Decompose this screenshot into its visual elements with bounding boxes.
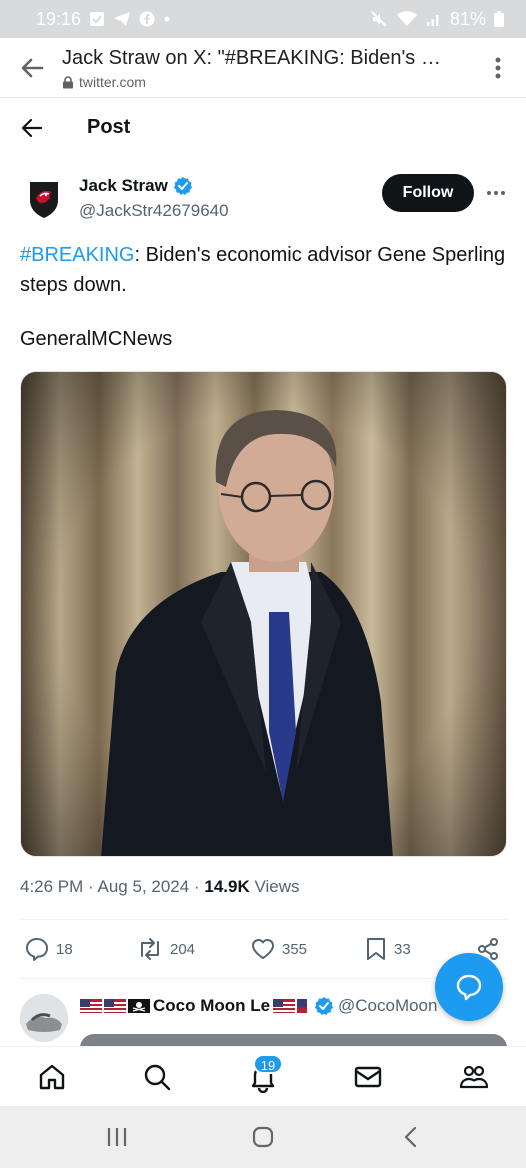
chat-bubble-icon [456,974,482,1001]
page-title: Post [87,116,131,138]
browser-url-text: twitter.com [79,74,146,90]
author-avatar[interactable] [22,176,66,220]
reply-author-handle[interactable]: @CocoMoon [338,996,448,1016]
check-square-icon [89,11,105,27]
battery-icon [494,11,504,27]
facebook-icon [139,11,155,27]
verified-badge-icon [315,997,334,1015]
more-horizontal-icon [487,191,505,195]
views-label: Views [254,877,300,896]
page-header: Post [0,98,526,156]
status-time: 19:16 [36,8,82,29]
raven-shield-icon [30,182,58,218]
home-nav-icon [252,1126,274,1148]
status-bar: 19:16 81% [0,0,526,38]
repost-button[interactable]: 204 [136,936,195,962]
views-count: 14.9K [204,877,250,896]
system-nav-bar [0,1106,526,1168]
lock-icon [63,75,73,88]
tweet-source: GeneralMCNews [20,328,173,350]
bookmark-count: 33 [394,940,411,958]
author-handle[interactable]: @JackStr42679640 [79,201,229,221]
search-icon [144,1064,171,1091]
compose-reply-button[interactable] [435,953,503,1021]
reply-author-name[interactable]: Coco Moon Le [80,996,334,1016]
mail-icon [354,1066,382,1088]
browser-back-button[interactable] [18,54,46,82]
reply-button[interactable]: 18 [24,936,73,962]
dot-icon [163,15,171,23]
battery-text: 81% [449,8,486,29]
communities-icon [459,1065,489,1089]
verified-badge-icon [173,177,192,195]
follow-button[interactable]: Follow [382,174,474,212]
home-icon [39,1064,65,1090]
flag-emoji-icons [273,999,308,1013]
meta-separator: · [193,877,200,896]
back-nav-button[interactable] [398,1124,424,1150]
like-count: 355 [282,940,308,958]
home-nav-button[interactable] [250,1124,276,1150]
repost-icon [141,938,159,960]
recents-icon [107,1128,127,1146]
browser-page-title: Jack Straw on X: "#BREAKING: Biden's e..… [62,47,442,69]
chevron-left-icon [404,1126,417,1148]
author-name[interactable]: Jack Straw [79,176,193,196]
tab-messages[interactable] [352,1061,384,1093]
meta-separator: · [88,877,94,896]
reply-icon [26,938,48,961]
reply-media-preview[interactable] [80,1034,507,1046]
signal-icon [426,11,442,27]
tweet-meta: 4:26 PM · Aug 5, 2024 · 14.9K Views [20,877,300,897]
wifi-icon [396,10,418,28]
bookmark-button[interactable]: 33 [364,936,411,962]
flag-emoji-icons [80,999,150,1013]
more-vertical-icon [495,57,501,79]
notifications-badge: 19 [253,1054,283,1074]
arrow-left-icon [21,58,44,78]
more-options-button[interactable] [484,186,508,200]
browser-bar: Jack Straw on X: "#BREAKING: Biden's e..… [0,38,526,98]
arrow-left-icon [21,118,43,138]
bookmark-icon [367,938,385,960]
repost-count: 204 [170,940,196,958]
recents-button[interactable] [104,1124,130,1150]
tab-communities[interactable] [458,1061,490,1093]
mute-icon [370,10,388,28]
photo-image [21,372,506,856]
divider [20,919,507,920]
tab-search[interactable] [141,1061,173,1093]
browser-menu-button[interactable] [492,54,504,82]
tweet-date[interactable]: Aug 5, 2024 [98,877,190,896]
reply-avatar[interactable] [20,994,68,1042]
back-button[interactable] [20,116,44,140]
author-name-text: Jack Straw [79,176,168,195]
browser-url[interactable]: twitter.com [62,74,146,90]
divider [20,978,507,979]
telegram-icon [113,11,131,27]
reply-avatar-image [20,994,68,1042]
tweet-time[interactable]: 4:26 PM [20,877,83,896]
like-button[interactable]: 355 [250,936,307,962]
tweet-text: #BREAKING: Biden's economic advisor Gene… [20,240,510,300]
hashtag-link[interactable]: #BREAKING [20,244,134,266]
heart-icon [252,939,274,959]
reply-author-name-text: Coco Moon Le [153,996,271,1015]
tweet-photo[interactable] [20,371,507,857]
tab-home[interactable] [36,1061,68,1093]
reply-count: 18 [56,940,73,958]
